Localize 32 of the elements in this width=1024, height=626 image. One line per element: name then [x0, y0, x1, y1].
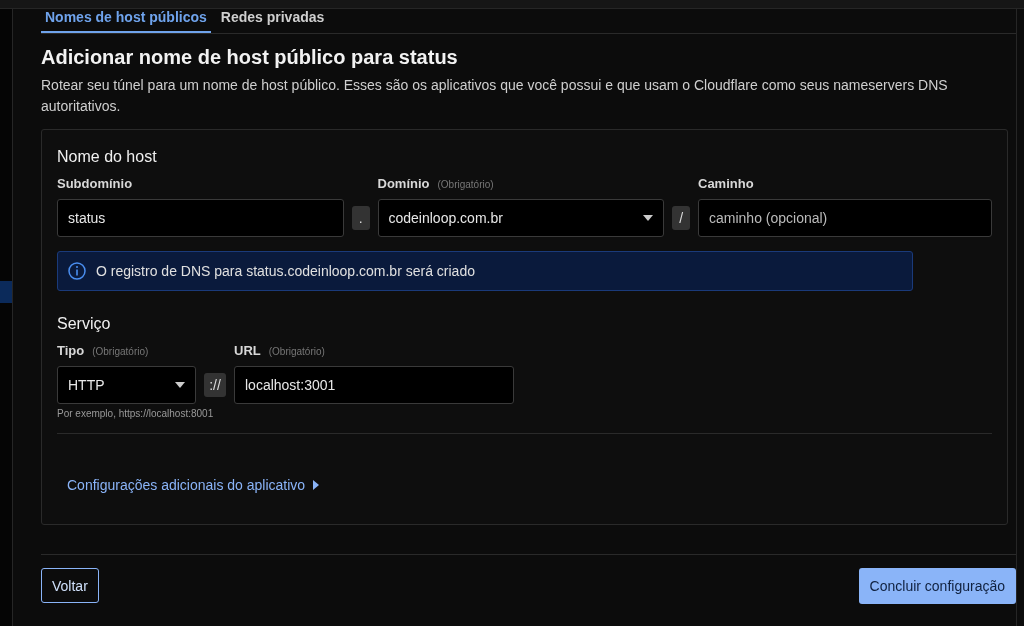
caret-icon [313, 480, 320, 490]
required-note: (Obrigatório) [437, 179, 494, 190]
field-label: Subdomínio [57, 176, 133, 191]
subdomain-field[interactable]: status [57, 199, 344, 237]
url-field[interactable]: localhost:3001 [234, 366, 514, 404]
caret-icon [643, 215, 654, 221]
sidebar-item-indicator[interactable] [0, 281, 12, 303]
caret-icon [175, 382, 185, 388]
finish-button[interactable]: Concluir configuração [858, 568, 1016, 604]
separator-badge: :// [204, 373, 226, 397]
required-note: (Obrigatório) [92, 346, 149, 357]
tab[interactable]: Redes privadas [216, 9, 329, 33]
field-label: URL [234, 343, 261, 358]
field-label: Caminho [698, 176, 754, 191]
path-field[interactable]: caminho (opcional) [698, 199, 992, 237]
additional-settings-link[interactable]: Configurações adicionais do aplicativo [67, 477, 320, 493]
field-label: Domínio [377, 176, 430, 191]
back-button[interactable]: Voltar [41, 568, 99, 603]
type-select[interactable]: HTTP [57, 366, 196, 404]
field-label: Tipo [57, 343, 85, 358]
section-heading: Nome do host [57, 148, 158, 166]
separator-badge: . [351, 206, 370, 230]
info-text: O registro de DNS para status.codeinloop.com.br será criado [96, 263, 475, 279]
page-title: Adicionar nome de host público para status [41, 46, 459, 69]
field-hint: Por exemplo, https://localhost:8001 [57, 408, 215, 419]
info-icon [68, 262, 86, 280]
page-description: Rotear seu túnel para um nome de host público. Esses são os aplicativos que você possui e que usam o Cloudflare como seus nameservers DNS autoritativos. [41, 76, 949, 116]
section-heading: Serviço [57, 315, 112, 333]
required-note: (Obrigatório) [268, 346, 325, 357]
domain-select[interactable]: codeinloop.com.br [377, 199, 665, 237]
tab[interactable]: Nomes de host públicos [41, 9, 211, 33]
separator-badge: / [672, 206, 690, 230]
